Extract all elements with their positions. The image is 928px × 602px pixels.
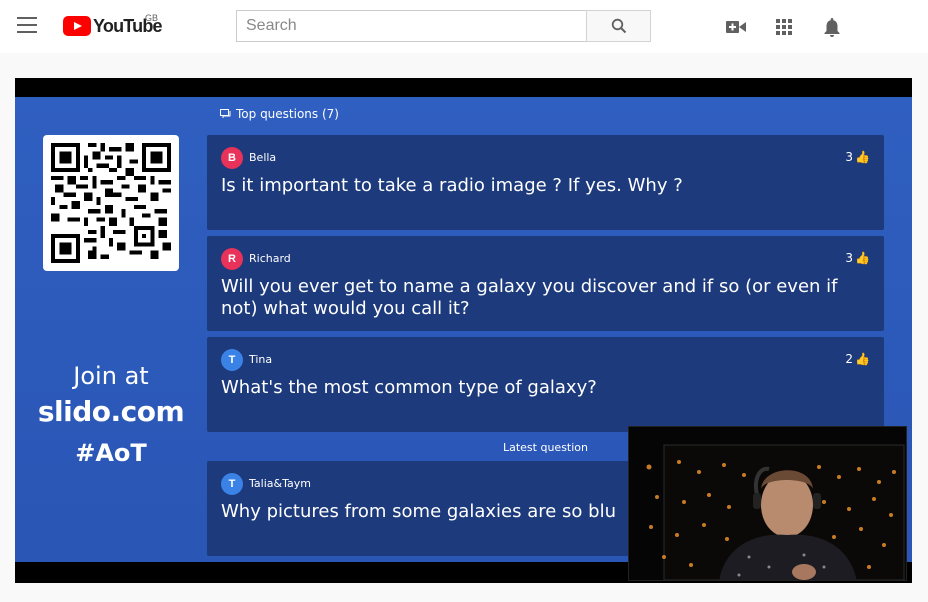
masthead: YouTube GB [0,0,928,53]
region-label: GB [145,13,159,23]
like-count: 3 👍 [845,150,870,164]
avatar: T [221,349,243,371]
slido-url: slido.com [37,395,185,428]
create-video-icon[interactable] [725,16,747,38]
avatar: R [221,248,243,270]
question-card: B Bella 3 👍 Is it important to take a rad… [207,135,884,230]
question-author: Tina [249,353,273,366]
youtube-logo[interactable]: YouTube GB [63,13,163,36]
like-count-value: 3 [845,251,854,265]
like-count: 2 👍 [845,352,870,366]
question-author: Bella [249,151,277,164]
top-questions-label: Top questions (7) [236,107,339,121]
apps-icon[interactable] [773,16,795,38]
qr-code [43,135,179,271]
avatar: B [221,147,243,169]
question-card: T Tina 2 👍 What's the most common type of… [207,337,884,432]
qr-code-image [51,143,171,263]
thumbs-up-icon: 👍 [855,251,870,265]
thumbs-up-icon: 👍 [855,150,870,164]
avatar: T [221,473,243,495]
like-count-value: 3 [845,150,854,164]
like-count: 3 👍 [845,251,870,265]
question-text: Is it important to take a radio image ? … [221,175,683,196]
notifications-icon[interactable] [821,16,843,38]
thumbs-up-icon: 👍 [855,352,870,366]
search-input[interactable] [236,10,586,42]
menu-icon[interactable] [17,17,37,33]
question-author: Richard [249,252,291,265]
search-icon [611,18,626,34]
like-count-value: 2 [845,352,854,366]
presenter-webcam [628,426,907,581]
event-code: #AoT [75,439,147,467]
question-card: R Richard 3 👍 Will you ever get to name a… [207,236,884,331]
search-button[interactable] [586,10,651,42]
question-text: Will you ever get to name a galaxy you d… [221,276,838,319]
webcam-image [629,427,906,580]
question-author: Talia&Taym [249,477,311,490]
question-text: What's the most common type of galaxy? [221,377,597,398]
top-questions-header: Top questions (7) [220,107,339,121]
search-bar [236,10,651,42]
youtube-play-icon [63,16,91,36]
join-at-label: Join at [73,362,149,390]
questions-icon [220,109,231,118]
